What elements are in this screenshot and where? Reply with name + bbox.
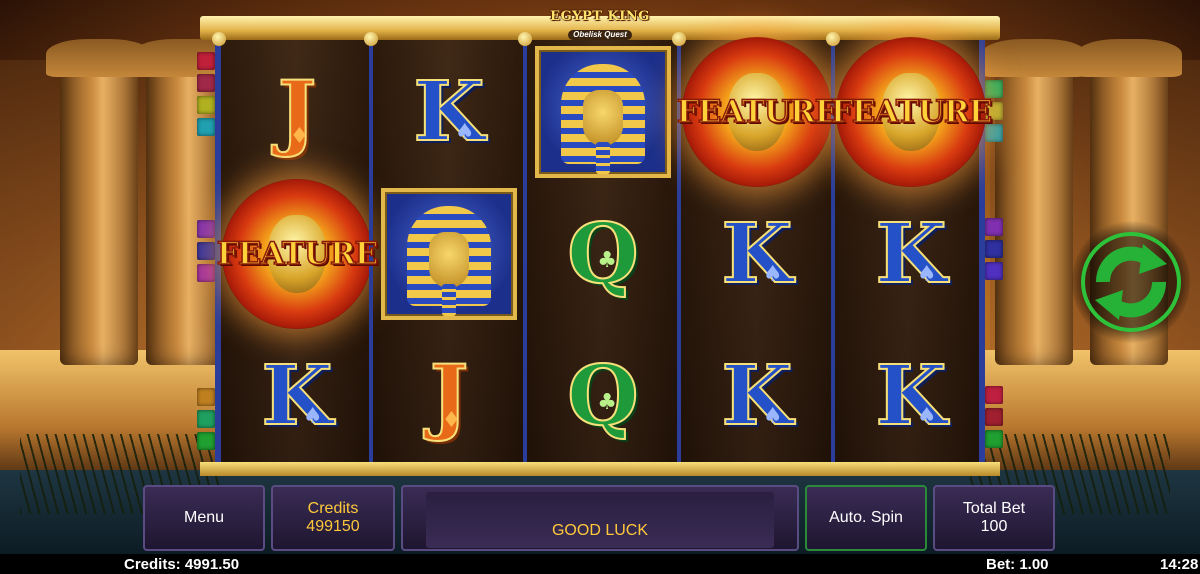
background-pillar: [981, 39, 1087, 365]
suit-icon: ♠: [454, 119, 475, 145]
reel-symbol: K ♠: [685, 328, 829, 464]
status-clock: 14:28: [1160, 556, 1199, 573]
symbol-q: Q ♣: [566, 354, 639, 438]
symbol-j: J ♦: [277, 70, 318, 154]
game-logo: EGYPT KING Obelisk Quest: [550, 10, 650, 40]
status-bar: Credits: 4991.50 Bet: 1.00 14:28: [0, 554, 1200, 574]
symbol-j: J ♦: [429, 354, 470, 438]
reel-symbol: J ♦: [377, 328, 521, 464]
reel-symbol: [531, 44, 675, 180]
suit-icon: ♦: [441, 407, 462, 433]
total-bet-button[interactable]: Total Bet 100: [933, 485, 1055, 551]
payline-indicators-left-bottom: [197, 388, 215, 450]
suit-icon: ♠: [302, 403, 323, 429]
reel-5: FEATURE K ♠ K ♠: [826, 32, 993, 464]
reel-symbol: J ♦: [225, 44, 369, 180]
status-credits: Credits: 4991.50: [124, 556, 240, 573]
feature-label: FEATURE: [216, 235, 379, 273]
logo-title: EGYPT KING: [550, 9, 650, 24]
symbol-k: K ♠: [720, 354, 793, 438]
symbol-letter: K: [720, 206, 793, 302]
credits-value: 499150: [306, 518, 360, 535]
reel-3: Q ♣ Q ♣: [518, 32, 677, 464]
reel-divider-cap: [826, 32, 840, 46]
message-panel: GOOD LUCK: [401, 485, 799, 551]
reel-divider-cap: [672, 32, 686, 46]
logo-subtitle: Obelisk Quest: [568, 30, 632, 40]
payline-indicators-right-middle: [985, 218, 1003, 280]
reel-divider-cap: [518, 32, 532, 46]
symbol-k: K ♠: [874, 354, 947, 438]
feature-label: FEATURE: [830, 93, 993, 131]
autospin-label: Auto. Spin: [829, 509, 903, 526]
symbol-pharaoh-mask: [535, 46, 671, 178]
reel-symbol: [377, 186, 521, 322]
payline-indicators-left-middle: [197, 220, 215, 282]
reel-divider-cap: [364, 32, 378, 46]
reel-symbol: FEATURE: [830, 37, 993, 187]
suit-icon: ♠: [762, 403, 783, 429]
symbol-feature-scarab: FEATURE: [676, 37, 839, 187]
reel-frame-bottom: [200, 462, 1000, 476]
reel-area: J ♦ FEATURE K ♠ K ♠ J ♦ Q ♣ Q ♣ FEATURE K ♠ K ♠ FEATURE K ♠ K…: [212, 32, 993, 464]
symbol-k: K ♠: [874, 212, 947, 296]
reel-symbol: K ♠: [225, 328, 369, 464]
suit-icon: ♦: [289, 123, 310, 149]
message-text: GOOD LUCK: [426, 492, 774, 548]
symbol-feature-scarab: FEATURE: [830, 37, 993, 187]
symbol-letter: K: [260, 348, 333, 444]
credits-label: Credits: [307, 500, 359, 517]
reel-symbol: Q ♣: [531, 186, 675, 322]
reel-symbol: Q ♣: [531, 328, 675, 464]
symbol-pharaoh-mask: [381, 188, 517, 320]
symbol-k: K ♠: [260, 354, 333, 438]
payline-indicators-left-top: [197, 52, 215, 136]
symbol-q: Q ♣: [566, 212, 639, 296]
reel-1: J ♦ FEATURE K ♠: [212, 32, 379, 464]
total-bet-value: 100: [980, 518, 1008, 535]
reel-symbol: K ♠: [839, 186, 983, 322]
menu-button[interactable]: Menu: [143, 485, 265, 551]
game-scene: J ♦ FEATURE K ♠ K ♠ J ♦ Q ♣ Q ♣ FEATURE K ♠ K ♠ FEATURE K ♠ K…: [0, 0, 1200, 574]
symbol-k: K ♠: [720, 212, 793, 296]
suit-icon: ♠: [916, 261, 937, 287]
reel-symbol: FEATURE: [216, 179, 379, 329]
reel-symbol: K ♠: [685, 186, 829, 322]
payline-indicators-right-bottom: [985, 386, 1003, 448]
symbol-letter: K: [874, 206, 947, 302]
symbol-letter: K: [412, 64, 485, 160]
suit-icon: ♠: [762, 261, 783, 287]
reel-2: K ♠ J ♦: [364, 32, 523, 464]
suit-icon: ♣: [597, 389, 618, 415]
menu-label: Menu: [183, 509, 225, 526]
background-pillar: [46, 39, 152, 365]
reel-symbol: K ♠: [377, 44, 521, 180]
reel-4: FEATURE K ♠ K ♠: [672, 32, 839, 464]
symbol-k: K ♠: [412, 70, 485, 154]
reel-symbol: FEATURE: [676, 37, 839, 187]
total-bet-label: Total Bet: [962, 500, 1026, 517]
feature-label: FEATURE: [676, 93, 839, 131]
symbol-letter: K: [874, 348, 947, 444]
symbol-letter: K: [720, 348, 793, 444]
refresh-arrows-icon: [1081, 232, 1181, 332]
suit-icon: ♠: [916, 403, 937, 429]
autospin-button[interactable]: Auto. Spin: [805, 485, 927, 551]
suit-icon: ♣: [597, 247, 618, 273]
reel-symbol: K ♠: [839, 328, 983, 464]
status-bet: Bet: 1.00: [986, 556, 1049, 573]
symbol-feature-scarab: FEATURE: [216, 179, 379, 329]
spin-button[interactable]: [1072, 220, 1190, 344]
credits-panel: Credits 499150: [271, 485, 395, 551]
reel-divider-cap: [212, 32, 226, 46]
